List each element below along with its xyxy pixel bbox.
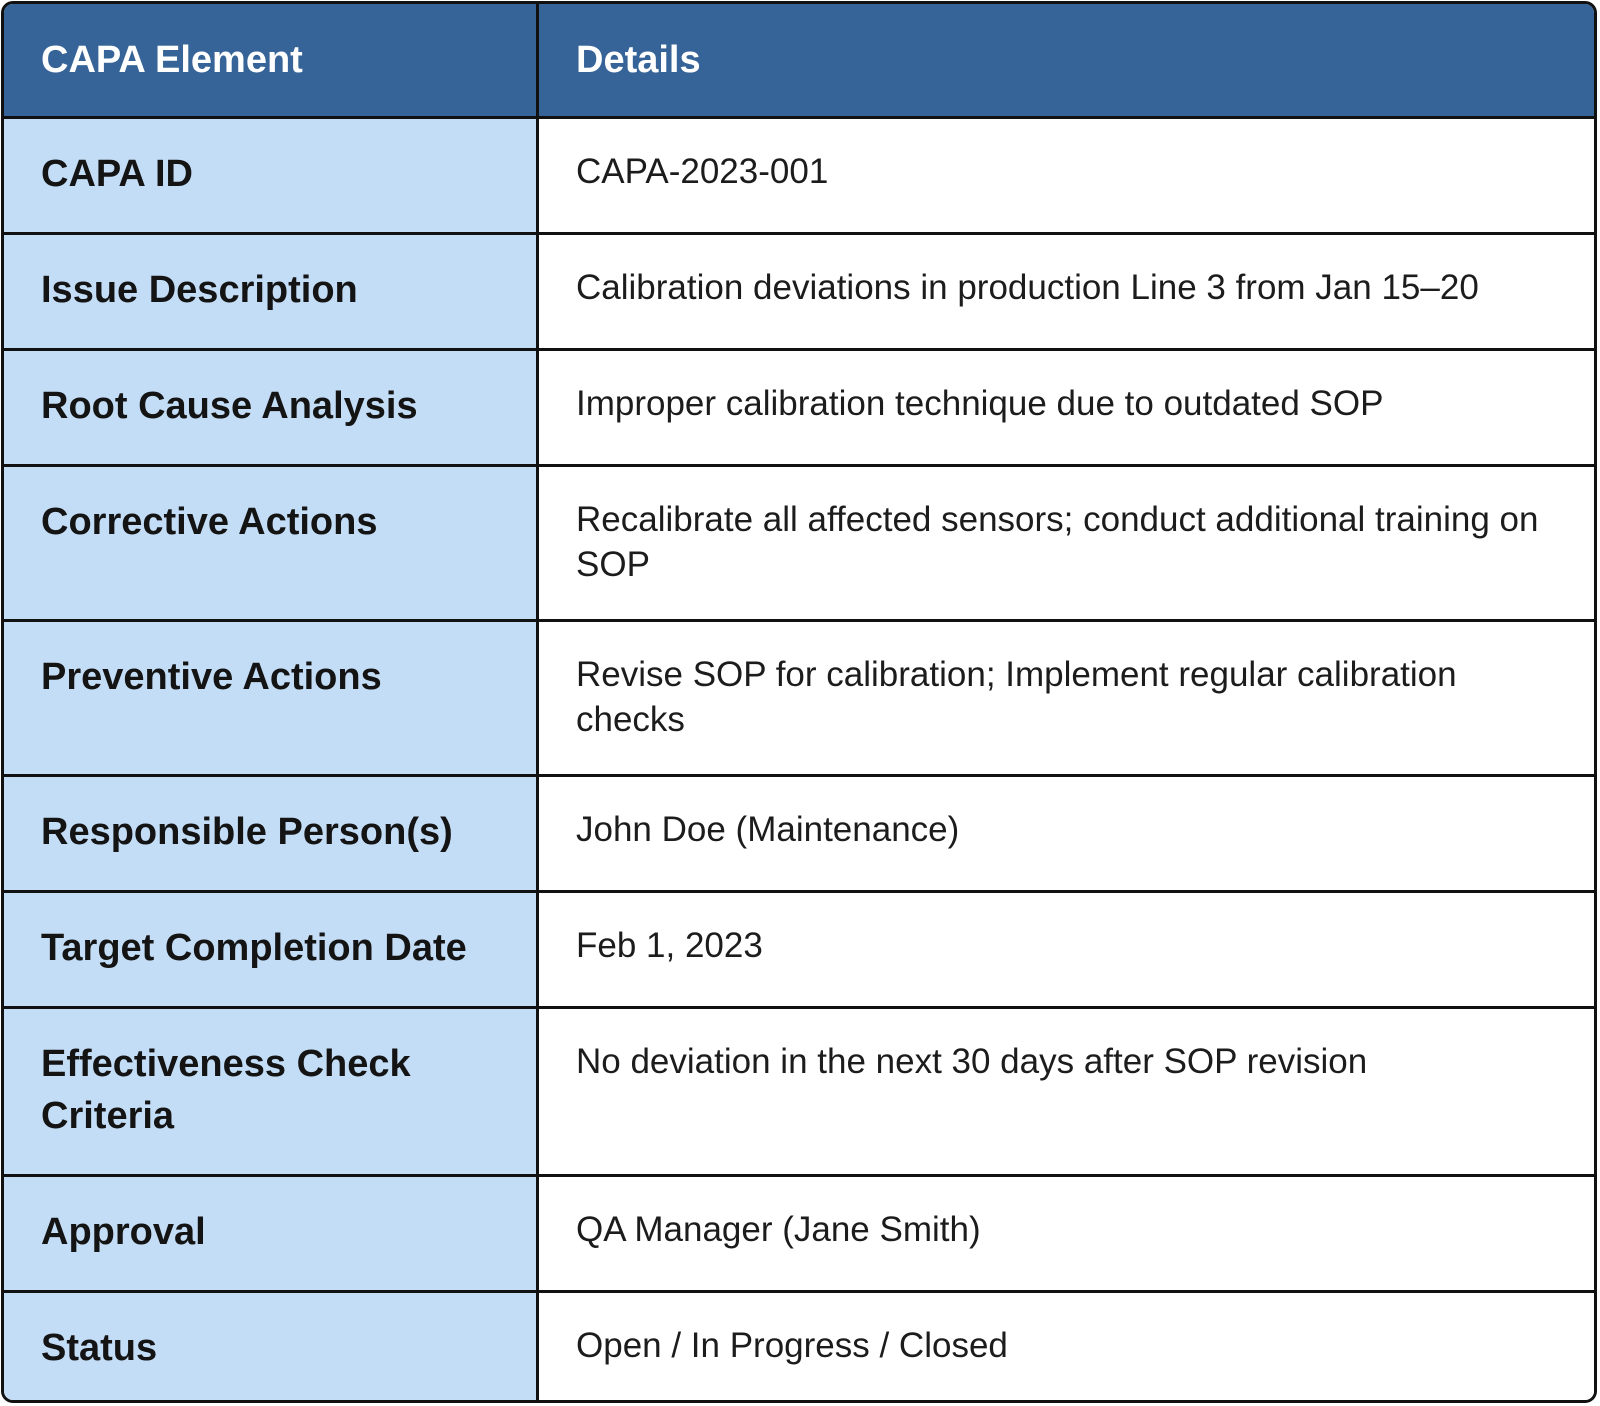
row-value-effectiveness-check-criteria: No deviation in the next 30 days after S… — [539, 1009, 1594, 1177]
row-label-status: Status — [4, 1293, 539, 1400]
header-details: Details — [539, 4, 1594, 119]
row-label-issue-description: Issue Description — [4, 235, 539, 351]
row-label-corrective-actions: Corrective Actions — [4, 467, 539, 622]
row-value-status: Open / In Progress / Closed — [539, 1293, 1594, 1400]
row-value-root-cause-analysis: Improper calibration technique due to ou… — [539, 351, 1594, 467]
row-value-approval: QA Manager (Jane Smith) — [539, 1177, 1594, 1293]
row-value-target-completion-date: Feb 1, 2023 — [539, 893, 1594, 1009]
row-value-issue-description: Calibration deviations in production Lin… — [539, 235, 1594, 351]
row-value-corrective-actions: Recalibrate all affected sensors; conduc… — [539, 467, 1594, 622]
row-label-effectiveness-check-criteria: Effectiveness Check Criteria — [4, 1009, 539, 1177]
capa-table: CAPA Element Details CAPA ID CAPA-2023-0… — [1, 1, 1597, 1403]
row-label-responsible-persons: Responsible Person(s) — [4, 777, 539, 893]
row-value-preventive-actions: Revise SOP for calibration; Implement re… — [539, 622, 1594, 777]
header-capa-element: CAPA Element — [4, 4, 539, 119]
row-label-approval: Approval — [4, 1177, 539, 1293]
row-value-capa-id: CAPA-2023-001 — [539, 119, 1594, 235]
row-value-responsible-persons: John Doe (Maintenance) — [539, 777, 1594, 893]
row-label-capa-id: CAPA ID — [4, 119, 539, 235]
row-label-root-cause-analysis: Root Cause Analysis — [4, 351, 539, 467]
row-label-target-completion-date: Target Completion Date — [4, 893, 539, 1009]
row-label-preventive-actions: Preventive Actions — [4, 622, 539, 777]
